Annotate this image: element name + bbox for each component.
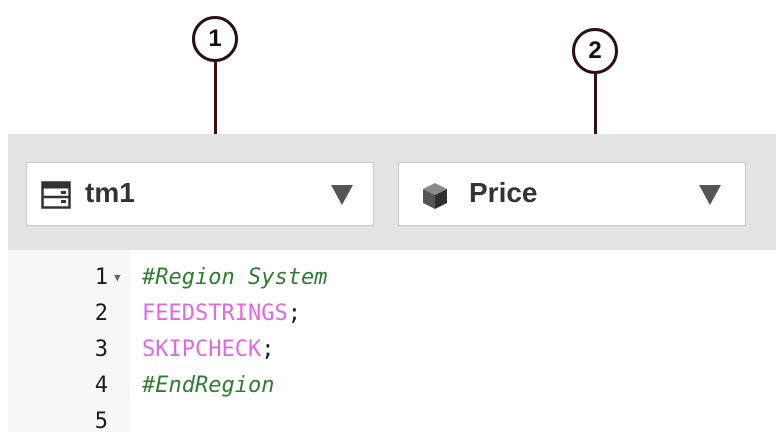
cube-dropdown-label: Price <box>469 177 538 208</box>
chevron-down-icon <box>699 185 721 205</box>
fold-toggle-icon[interactable]: ▼ <box>114 260 121 296</box>
line-number: 2 <box>94 301 108 326</box>
rules-code-editor[interactable]: 1 ▼ #Region System 2 FEEDSTRINGS; 3 SKIP… <box>8 250 776 432</box>
line-number: 5 <box>94 409 108 432</box>
code-line-5[interactable]: 5 <box>8 404 776 432</box>
cube-icon <box>421 181 449 216</box>
code-line-2[interactable]: 2 FEEDSTRINGS; <box>8 296 776 332</box>
server-dropdown-label: tm1 <box>85 177 135 208</box>
code-punctuation: ; <box>287 301 301 326</box>
line-number: 1 <box>94 265 108 290</box>
callout-2-number: 2 <box>588 37 602 64</box>
code-punctuation: ; <box>261 337 275 362</box>
callout-1-marker: 1 <box>192 16 238 62</box>
code-statement: SKIPCHECK; <box>142 332 274 368</box>
code-line-4[interactable]: 4 #EndRegion <box>8 368 776 404</box>
editor-toolbar: tm1 Price <box>8 134 776 250</box>
line-number: 3 <box>94 337 108 362</box>
cube-dropdown[interactable]: Price <box>398 162 746 226</box>
line-number: 4 <box>94 373 108 398</box>
server-dropdown[interactable]: tm1 <box>26 162 374 226</box>
code-line-3[interactable]: 3 SKIPCHECK; <box>8 332 776 368</box>
chevron-down-icon <box>331 185 353 205</box>
code-keyword: SKIPCHECK <box>142 337 262 362</box>
screenshot-canvas: 1 2 tm1 Price 1 ▼ #Region System 2 FEEDS… <box>0 0 776 432</box>
code-line-1[interactable]: 1 ▼ #Region System <box>8 260 776 296</box>
callout-2-marker: 2 <box>572 28 618 74</box>
server-icon <box>41 181 71 214</box>
code-comment: #EndRegion <box>142 373 275 398</box>
code-statement: FEEDSTRINGS; <box>142 296 301 332</box>
code-keyword: FEEDSTRINGS <box>142 301 288 326</box>
code-comment: #Region System <box>142 265 328 290</box>
callout-1-number: 1 <box>208 25 222 52</box>
